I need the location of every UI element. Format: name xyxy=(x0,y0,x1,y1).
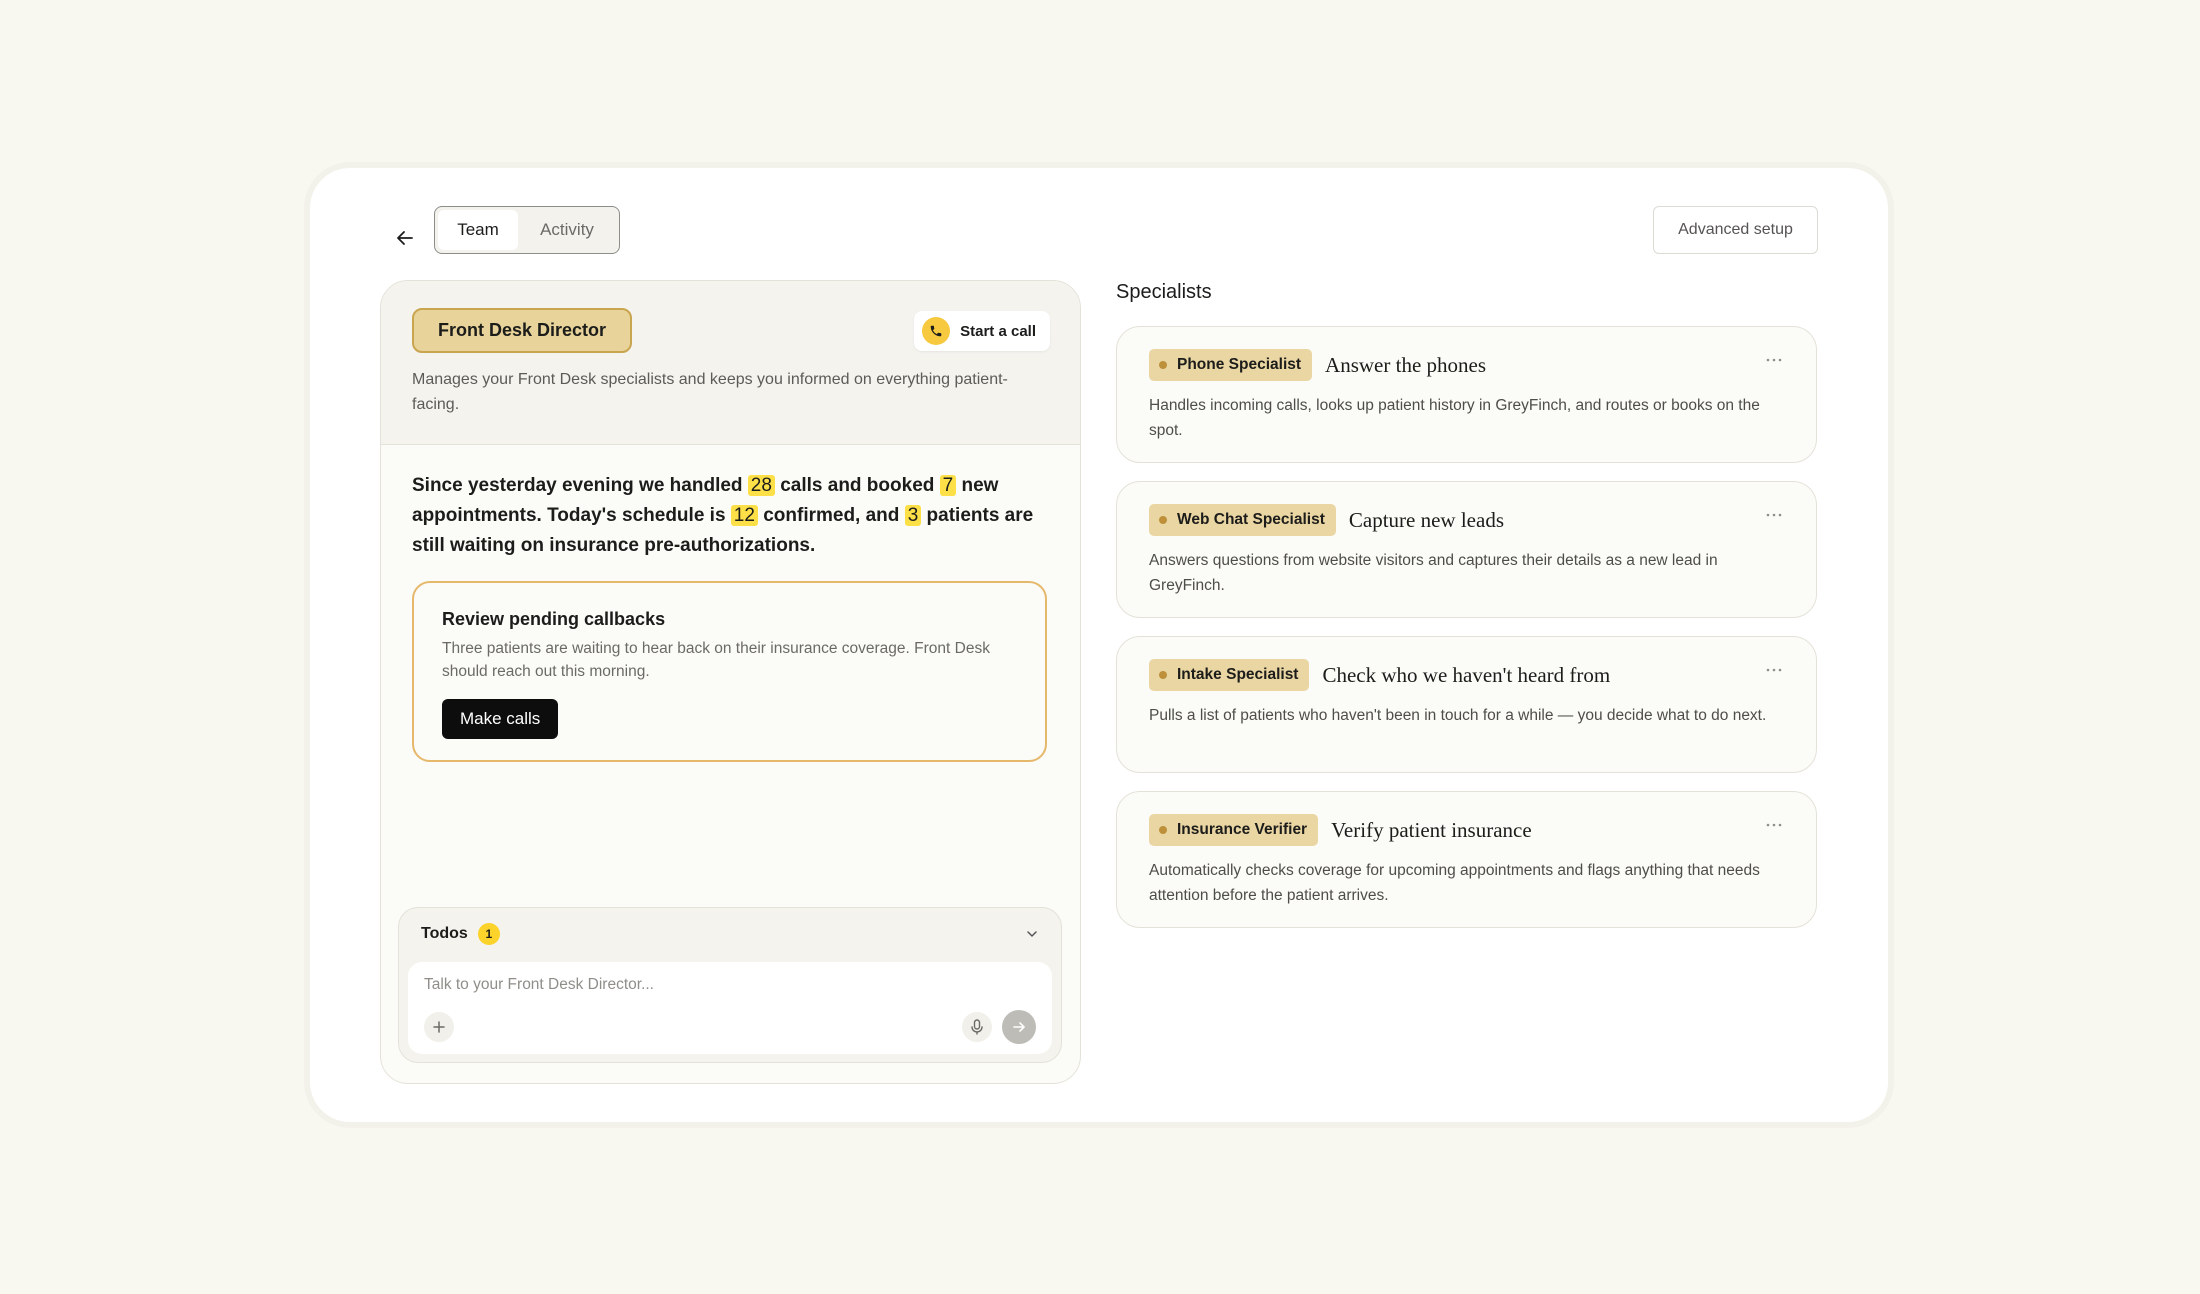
specialists-title: Specialists xyxy=(1116,281,1212,303)
phone-icon xyxy=(922,317,951,345)
specialist-badge-label: Intake Specialist xyxy=(1177,666,1299,683)
more-horizontal-icon xyxy=(1766,823,1782,827)
callback-text: Three patients are waiting to hear back … xyxy=(442,640,990,680)
specialist-description: Automatically checks coverage for upcomi… xyxy=(1149,862,1760,904)
specialist-card[interactable]: Web Chat Specialist Capture new leads An… xyxy=(1116,481,1817,618)
chevron-down-icon xyxy=(1027,931,1037,937)
arrow-left-icon xyxy=(397,231,413,245)
more-options-button[interactable] xyxy=(1762,818,1786,832)
chat-panel: Todos 1 xyxy=(398,907,1062,1063)
todos-toggle[interactable]: Todos 1 xyxy=(421,920,1039,948)
specialist-card[interactable]: Insurance Verifier Verify patient insura… xyxy=(1116,791,1817,928)
specialist-badge-label: Web Chat Specialist xyxy=(1177,511,1325,528)
plus-icon xyxy=(433,1021,445,1033)
specialist-description: Handles incoming calls, looks up patient… xyxy=(1149,397,1760,439)
more-horizontal-icon xyxy=(1766,513,1782,517)
specialist-heading: Answer the phones xyxy=(1325,352,1487,377)
chat-composer xyxy=(408,962,1052,1054)
summary-text: calls and booked xyxy=(774,475,940,496)
specialist-header: Web Chat Specialist Capture new leads xyxy=(1149,504,1504,536)
todos-count-badge: 1 xyxy=(477,923,500,945)
tab-activity[interactable]: Activity xyxy=(518,210,616,250)
back-button[interactable] xyxy=(385,218,425,258)
specialist-description: Pulls a list of patients who haven't bee… xyxy=(1149,707,1767,724)
calls-count: 28 xyxy=(747,475,775,496)
more-options-button[interactable] xyxy=(1762,663,1786,677)
tab-team[interactable]: Team xyxy=(438,210,518,250)
more-horizontal-icon xyxy=(1766,668,1782,672)
start-call-button[interactable]: Start a call xyxy=(914,311,1050,351)
specialist-description: Answers questions from website visitors … xyxy=(1149,552,1718,594)
director-header: Front Desk Director Start a call Manages… xyxy=(381,281,1080,445)
attach-button[interactable] xyxy=(424,1012,454,1042)
waiting-count: 3 xyxy=(904,505,922,526)
more-horizontal-icon xyxy=(1766,358,1782,362)
mic-button[interactable] xyxy=(962,1012,992,1042)
booked-count: 7 xyxy=(939,475,957,496)
more-options-button[interactable] xyxy=(1762,353,1786,367)
specialist-card[interactable]: Intake Specialist Check who we haven't h… xyxy=(1116,636,1817,773)
status-dot xyxy=(1159,826,1167,834)
view-tabs: Team Activity xyxy=(434,206,620,254)
callback-card: Review pending callbacks Three patients … xyxy=(412,581,1047,762)
status-dot xyxy=(1159,361,1167,369)
callback-title: Review pending callbacks xyxy=(442,609,666,629)
chat-input[interactable] xyxy=(424,976,1024,994)
confirmed-count: 12 xyxy=(730,505,758,526)
specialists-list: Phone Specialist Answer the phones Handl… xyxy=(1116,326,1817,946)
microphone-icon xyxy=(971,1019,983,1035)
specialist-badge-label: Phone Specialist xyxy=(1177,356,1302,373)
arrow-right-icon xyxy=(1013,1022,1025,1032)
make-calls-button[interactable]: Make calls xyxy=(442,699,559,739)
start-call-label: Start a call xyxy=(960,322,1036,340)
specialist-heading: Check who we haven't heard from xyxy=(1322,662,1611,687)
specialist-header: Phone Specialist Answer the phones xyxy=(1149,349,1486,381)
specialist-badge: Web Chat Specialist xyxy=(1149,504,1336,536)
specialist-header: Insurance Verifier Verify patient insura… xyxy=(1149,814,1532,846)
specialist-badge: Insurance Verifier xyxy=(1149,814,1319,846)
specialist-card[interactable]: Phone Specialist Answer the phones Handl… xyxy=(1116,326,1817,463)
specialist-heading: Verify patient insurance xyxy=(1331,817,1532,842)
summary-text: Since yesterday evening we handled xyxy=(412,475,748,496)
send-button[interactable] xyxy=(1002,1010,1036,1044)
status-dot xyxy=(1159,671,1167,679)
todos-label: Todos xyxy=(421,925,468,942)
specialist-badge-label: Insurance Verifier xyxy=(1177,821,1308,838)
activity-summary: Since yesterday evening we handled 28 ca… xyxy=(412,471,1035,561)
advanced-setup-button[interactable]: Advanced setup xyxy=(1653,206,1818,254)
summary-text: confirmed, and xyxy=(757,505,905,526)
status-dot xyxy=(1159,516,1167,524)
director-description: Manages your Front Desk specialists and … xyxy=(412,371,1008,413)
specialist-badge: Phone Specialist xyxy=(1149,349,1313,381)
more-options-button[interactable] xyxy=(1762,508,1786,522)
specialist-header: Intake Specialist Check who we haven't h… xyxy=(1149,659,1610,691)
specialist-heading: Capture new leads xyxy=(1348,507,1504,532)
specialist-badge: Intake Specialist xyxy=(1149,659,1310,691)
director-badge: Front Desk Director xyxy=(412,308,633,353)
app-window: Team Activity Advanced setup Front Desk … xyxy=(310,168,1888,1122)
director-panel: Front Desk Director Start a call Manages… xyxy=(380,280,1081,1084)
